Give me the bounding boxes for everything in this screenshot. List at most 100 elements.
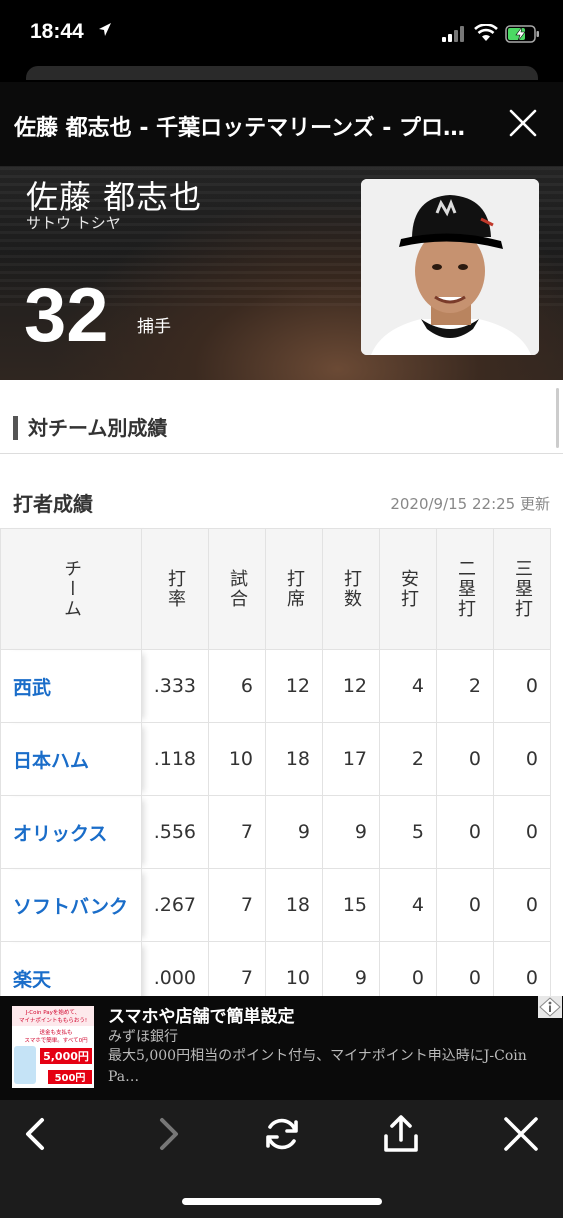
table-cell: 10 — [208, 722, 266, 796]
team-link[interactable]: 西武 — [0, 649, 142, 723]
table-row: 日本ハム .118 10 18 17 2 0 0 — [0, 722, 551, 796]
ad-thumb-text: 送金も支払も — [39, 1028, 72, 1036]
browser-top-edge — [26, 66, 538, 80]
table-cell: 9 — [322, 795, 380, 869]
table-header-row: チーム 打率 試合 打席 打数 安打 二塁打 三塁打 — [0, 528, 551, 650]
ad-sponsor: みずほ銀行 — [108, 1029, 178, 1045]
column-header-label: 三塁打 — [512, 559, 533, 619]
table-row: オリックス .556 7 9 9 5 0 0 — [0, 795, 551, 869]
table-cell: 6 — [208, 649, 266, 723]
section-title: 対チーム別成績 — [13, 416, 167, 440]
table-cell: 0 — [493, 722, 551, 796]
column-header-ab: 打数 — [322, 528, 380, 650]
table-cell: .118 — [141, 722, 209, 796]
table-cell: .267 — [141, 868, 209, 942]
forward-icon[interactable] — [148, 1114, 188, 1154]
table-cell: 0 — [436, 868, 494, 942]
ad-thumb-text: J-Coin Payを始めて、 — [25, 1008, 80, 1016]
column-header-label: 試合 — [227, 569, 248, 609]
ad-headline[interactable]: スマホや店舗で簡単設定 — [108, 1002, 295, 1027]
column-header-label: チーム — [61, 559, 82, 619]
column-header-pa: 打席 — [265, 528, 323, 650]
close-icon[interactable] — [508, 108, 538, 138]
table-cell: 5 — [379, 795, 437, 869]
table-cell: 17 — [322, 722, 380, 796]
batting-stats-title: 打者成績 — [13, 492, 93, 516]
table-cell: 15 — [322, 868, 380, 942]
player-hero: 佐藤 都志也 サトウ トシヤ 32 捕手 — [0, 166, 563, 380]
team-link[interactable]: ソフトバンク — [0, 868, 142, 942]
player-position: 捕手 — [137, 317, 171, 337]
column-header-triples: 三塁打 — [493, 528, 551, 650]
column-header-avg: 打率 — [141, 528, 209, 650]
share-icon[interactable] — [381, 1114, 421, 1154]
table-cell: 0 — [493, 649, 551, 723]
table-cell: 2 — [379, 722, 437, 796]
table-row: 西武 .333 6 12 12 4 2 0 — [0, 649, 551, 723]
page-header: 佐藤 都志也 - 千葉ロッテマリーンズ - プロ野球 - スポーツナビ — [0, 82, 563, 166]
table-cell: 9 — [265, 795, 323, 869]
scrollbar[interactable] — [556, 388, 559, 448]
table-cell: 4 — [379, 868, 437, 942]
batting-stats-table: チーム 打率 試合 打席 打数 安打 二塁打 三塁打 西武 .333 6 12 … — [0, 528, 551, 996]
ad-thumb-text: マイナポイントももらおう! — [19, 1017, 87, 1024]
column-header-label: 安打 — [398, 569, 419, 609]
ad-thumb-amount: 500円 — [55, 1072, 86, 1084]
team-link[interactable]: 日本ハム — [0, 722, 142, 796]
reload-icon[interactable] — [262, 1114, 302, 1154]
table-cell: 7 — [208, 868, 266, 942]
ad-thumbnail[interactable]: J-Coin Payを始めて、 マイナポイントももらおう! 送金も支払も スマホ… — [12, 1006, 94, 1088]
table-cell: 0 — [493, 795, 551, 869]
table-cell: 0 — [436, 941, 494, 996]
table-row: 楽天 .000 7 10 9 0 0 0 — [0, 941, 551, 996]
home-indicator[interactable] — [182, 1198, 382, 1205]
ad-thumb-text: スマホで簡単。すべて0円 — [24, 1036, 88, 1044]
table-cell: 0 — [493, 868, 551, 942]
ad-info-icon[interactable] — [538, 996, 562, 1018]
column-header-games: 試合 — [208, 528, 266, 650]
column-header-label: 打席 — [284, 569, 305, 609]
status-bar: 18:44 — [0, 0, 563, 66]
table-cell: 18 — [265, 868, 323, 942]
table-cell: 18 — [265, 722, 323, 796]
divider — [0, 453, 563, 454]
table-cell: 7 — [208, 795, 266, 869]
column-header-team: チーム — [0, 528, 142, 650]
cellular-signal-icon — [442, 26, 464, 42]
table-cell: .556 — [141, 795, 209, 869]
wifi-icon — [474, 24, 498, 41]
table-cell: .000 — [141, 941, 209, 996]
player-photo — [361, 179, 539, 355]
column-header-doubles: 二塁打 — [436, 528, 494, 650]
table-cell: 10 — [265, 941, 323, 996]
location-arrow-icon — [99, 23, 111, 36]
clock: 18:44 — [30, 20, 84, 43]
column-header-hits: 安打 — [379, 528, 437, 650]
table-cell: 0 — [436, 795, 494, 869]
ad-banner[interactable]: J-Coin Payを始めて、 マイナポイントももらおう! 送金も支払も スマホ… — [0, 996, 563, 1100]
battery-charging-icon — [505, 25, 539, 43]
ad-description: 最大5,000円相当のポイント付与、マイナポイント申込時にJ-Coin Pa… — [108, 1048, 527, 1085]
browser-toolbar — [0, 1100, 563, 1218]
table-cell: 4 — [379, 649, 437, 723]
team-link[interactable]: 楽天 — [0, 941, 142, 996]
back-icon[interactable] — [16, 1114, 56, 1154]
close-icon[interactable] — [501, 1114, 541, 1154]
column-header-label: 打数 — [341, 569, 362, 609]
table-cell: .333 — [141, 649, 209, 723]
table-cell: 0 — [493, 941, 551, 996]
table-cell: 2 — [436, 649, 494, 723]
table-cell: 0 — [436, 722, 494, 796]
ad-thumb-amount: 5,000円 — [43, 1050, 89, 1063]
table-cell: 0 — [379, 941, 437, 996]
table-cell: 12 — [265, 649, 323, 723]
table-cell: 7 — [208, 941, 266, 996]
table-row: ソフトバンク .267 7 18 15 4 0 0 — [0, 868, 551, 942]
page-title: 佐藤 都志也 - 千葉ロッテマリーンズ - プロ野球 - スポーツナビ — [14, 116, 474, 141]
column-header-label: 二塁打 — [455, 559, 476, 619]
table-cell: 12 — [322, 649, 380, 723]
stats-content[interactable]: 対チーム別成績 打者成績 2020/9/15 22:25 更新 チーム 打率 試… — [0, 380, 563, 996]
team-link[interactable]: オリックス — [0, 795, 142, 869]
column-header-label: 打率 — [165, 569, 186, 609]
player-name-kana: サトウ トシヤ — [26, 214, 121, 232]
